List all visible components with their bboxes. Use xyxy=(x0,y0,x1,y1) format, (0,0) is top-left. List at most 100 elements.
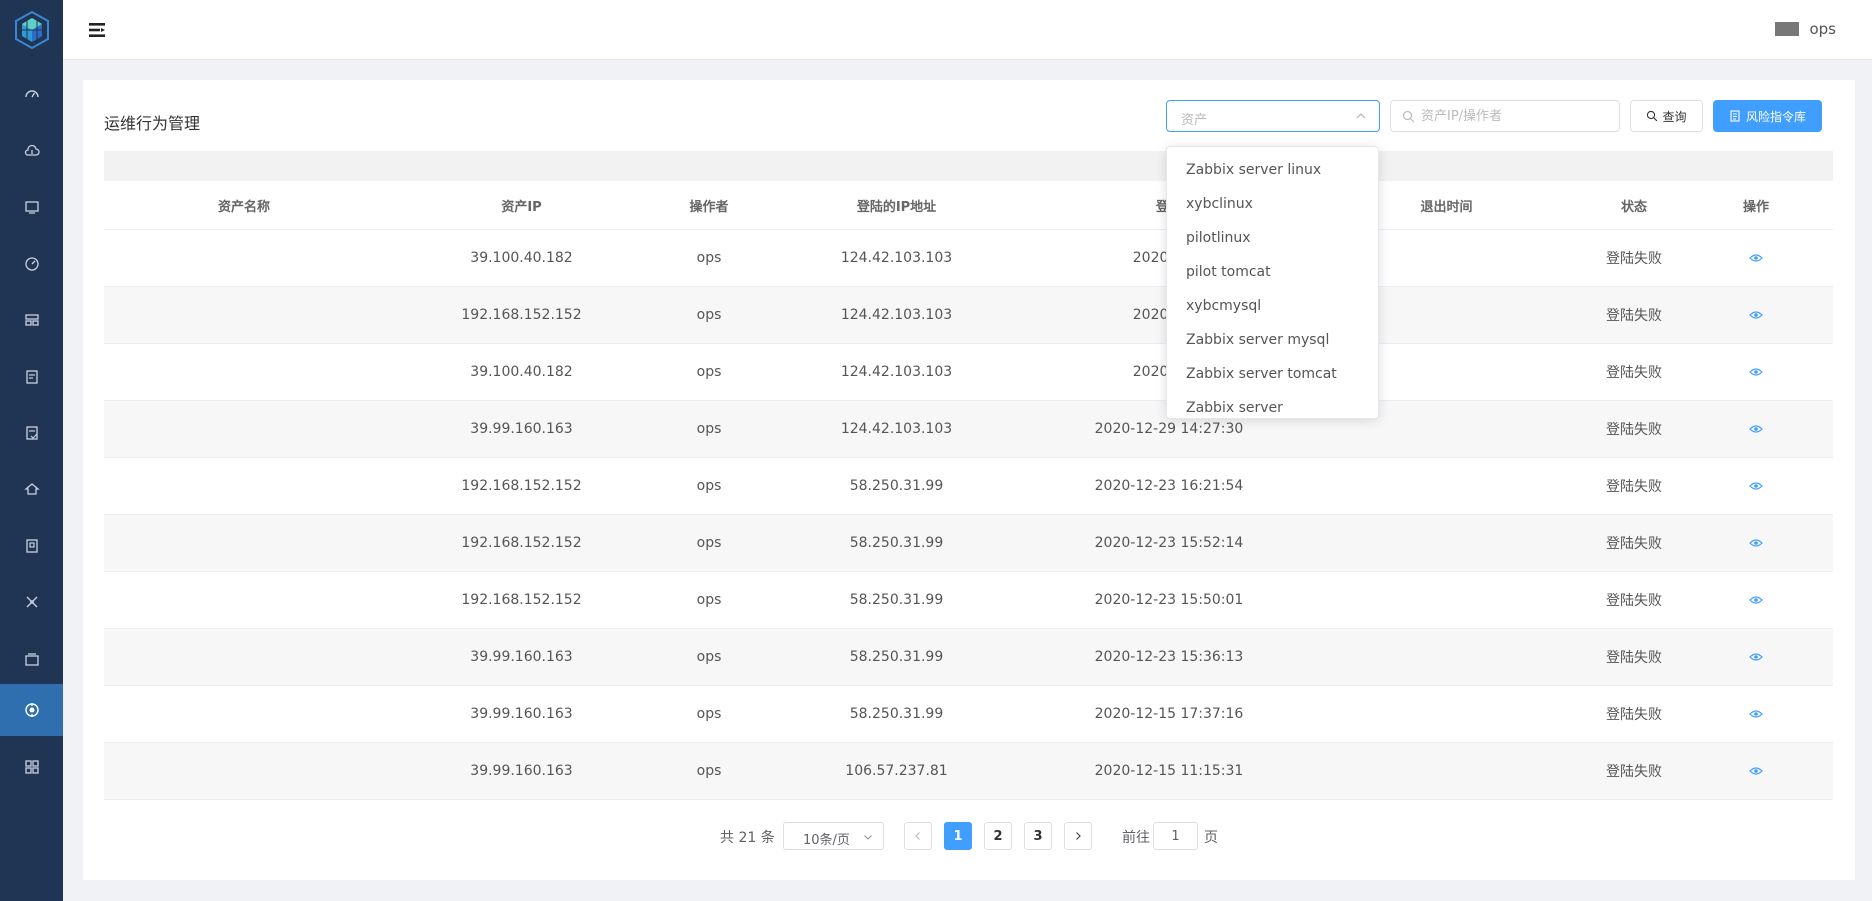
page-size-select[interactable]: 10条/页 xyxy=(783,822,884,850)
search-input[interactable] xyxy=(1421,107,1611,125)
cell-status: 登陆失败 xyxy=(1606,536,1662,552)
view-eye-icon[interactable] xyxy=(1749,310,1763,320)
cell-actions xyxy=(1679,649,1833,665)
sidebar-item-gauge[interactable] xyxy=(0,238,63,290)
book-icon xyxy=(25,539,38,553)
audit-icon xyxy=(24,703,39,717)
dropdown-option[interactable]: Zabbix server xyxy=(1167,391,1378,418)
next-page-button[interactable] xyxy=(1064,822,1092,850)
apps-icon xyxy=(24,760,39,774)
cell-actions xyxy=(1679,421,1833,437)
cell-operator: ops xyxy=(696,649,722,665)
column-header-actions: 操作 xyxy=(1742,199,1769,215)
table-row: 192.168.152.152 ops 58.250.31.99 2020-12-23… xyxy=(104,458,1833,515)
prev-page-button[interactable] xyxy=(904,822,932,850)
view-eye-icon[interactable] xyxy=(1749,766,1763,776)
view-eye-icon[interactable] xyxy=(1749,652,1763,662)
cell-operator: ops xyxy=(696,706,722,722)
query-button[interactable]: 查询 xyxy=(1630,100,1703,132)
cell-login-time: 2020-12-29 14:27:30 xyxy=(1094,421,1244,437)
dropdown-option[interactable]: xybclinux xyxy=(1167,187,1378,221)
page-button-1[interactable]: 1 xyxy=(944,822,972,850)
view-eye-icon[interactable] xyxy=(1749,424,1763,434)
view-eye-icon[interactable] xyxy=(1749,538,1763,548)
dropdown-option[interactable]: pilotlinux xyxy=(1167,221,1378,255)
dropdown-option[interactable]: pilot tomcat xyxy=(1167,255,1378,289)
table-header: 资产名称 资产IP 操作者 登陆的IP地址 登陆 退出时间 状态 操作 xyxy=(104,181,1833,230)
cell-status: 登陆失败 xyxy=(1606,593,1662,609)
cell-status: 登陆失败 xyxy=(1606,707,1662,723)
cell-login-ip: 58.250.31.99 xyxy=(849,535,944,551)
chevron-left-icon xyxy=(915,832,920,840)
sidebar-item-monitor[interactable] xyxy=(0,181,63,233)
dropdown-option[interactable]: Zabbix server linux xyxy=(1167,153,1378,187)
column-header-operator: 操作者 xyxy=(689,199,729,215)
page-button-3[interactable]: 3 xyxy=(1024,822,1052,850)
cell-status: 登陆失败 xyxy=(1606,251,1662,267)
search-field[interactable] xyxy=(1390,100,1620,132)
table-row: 39.100.40.182ops124.42.103.1032020-12-2登… xyxy=(104,230,1833,287)
dropdown-option[interactable]: xybcmysql xyxy=(1167,289,1378,323)
sidebar-item-book[interactable] xyxy=(0,520,63,572)
cell-asset-ip: 192.168.152.152 xyxy=(461,535,582,551)
view-eye-icon[interactable] xyxy=(1749,253,1763,263)
cell-login-time: 2020-12-23 15:50:01 xyxy=(1094,592,1244,608)
table-row: 39.99.160.163 ops 58.250.31.99 2020-12-23 1… xyxy=(104,629,1833,686)
sidebar-item-network[interactable] xyxy=(0,576,63,628)
cell-operator: ops xyxy=(696,535,722,551)
table-toolbar-strip xyxy=(104,151,1833,181)
cell-actions xyxy=(1679,592,1833,608)
page-button-2[interactable]: 2 xyxy=(984,822,1012,850)
sidebar-item-apps[interactable] xyxy=(0,741,63,793)
network-icon xyxy=(26,596,37,608)
view-eye-icon[interactable] xyxy=(1749,709,1763,719)
asset-dropdown: Zabbix server linux xybclinux pilotlinux… xyxy=(1166,146,1379,419)
view-eye-icon[interactable] xyxy=(1749,481,1763,491)
cell-login-time: 2020-12-23 16:21:54 xyxy=(1094,478,1244,494)
cell-asset-ip: 39.99.160.163 xyxy=(470,706,573,722)
cell-login-time: 2020-12-15 11:15:31 xyxy=(1094,763,1244,779)
cell-status: 登陆失败 xyxy=(1606,422,1662,438)
column-header-asset-ip: 资产IP xyxy=(501,199,542,215)
main-card: 运维行为管理 资产 查询 风险指令库 资产名称 资产IP 操作者 登陆的IP地址… xyxy=(83,80,1855,880)
cell-actions xyxy=(1679,364,1833,380)
goto-page-input[interactable] xyxy=(1153,822,1198,850)
app-logo[interactable] xyxy=(0,0,63,60)
cell-login-time: 2020-12-15 17:37:16 xyxy=(1094,706,1244,722)
risk-command-library-button[interactable]: 风险指令库 xyxy=(1713,100,1822,132)
view-eye-icon[interactable] xyxy=(1749,367,1763,377)
sidebar-item-file-check[interactable] xyxy=(0,407,63,459)
sidebar-item-dashboard[interactable] xyxy=(0,68,63,120)
cell-operator: ops xyxy=(696,763,722,779)
view-eye-icon[interactable] xyxy=(1749,595,1763,605)
column-header-status: 状态 xyxy=(1620,199,1647,215)
cube-logo-icon xyxy=(14,10,49,50)
top-header: ops xyxy=(63,0,1872,60)
avatar xyxy=(1775,22,1800,36)
page-size-label: 10条/页 xyxy=(803,833,850,848)
file-check-icon xyxy=(25,426,38,440)
asset-select[interactable]: 资产 xyxy=(1166,100,1380,132)
dropdown-option[interactable]: Zabbix server mysql xyxy=(1167,323,1378,357)
sidebar-item-archive[interactable] xyxy=(0,633,63,685)
cell-operator: ops xyxy=(696,364,722,380)
sidebar-item-audit[interactable] xyxy=(0,684,63,736)
dropdown-option[interactable]: Zabbix server tomcat xyxy=(1167,357,1378,391)
cell-login-ip: 58.250.31.99 xyxy=(849,592,944,608)
cell-actions xyxy=(1679,706,1833,722)
user-menu[interactable]: ops xyxy=(1775,20,1836,38)
archive-icon xyxy=(24,653,39,666)
menu-toggle-icon[interactable] xyxy=(87,20,107,40)
cell-asset-ip: 39.99.160.163 xyxy=(470,649,573,665)
total-count: 共 21 条 xyxy=(720,830,775,846)
goto-label: 前往 xyxy=(1122,830,1150,846)
sidebar-item-cloud[interactable] xyxy=(0,125,63,177)
sidebar-item-home[interactable] xyxy=(0,463,63,515)
sidebar-item-file-list[interactable] xyxy=(0,351,63,403)
dashboard-icon xyxy=(24,90,39,98)
cell-operator: ops xyxy=(696,478,722,494)
table-row: 39.99.160.163 ops 124.42.103.103 2020-12-29… xyxy=(104,401,1833,458)
sidebar-item-layout[interactable] xyxy=(0,294,63,346)
cell-asset-ip: 39.99.160.163 xyxy=(470,763,573,779)
cell-login-ip: 124.42.103.103 xyxy=(840,250,953,266)
